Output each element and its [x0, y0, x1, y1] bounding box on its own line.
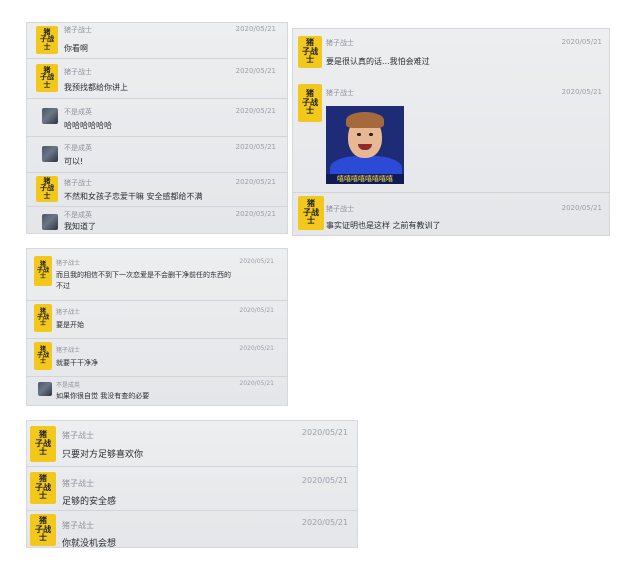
meme-hair — [346, 112, 384, 128]
avatar-icon[interactable]: 猪 子战 士 — [34, 304, 52, 332]
sender-name: 猪子战士 — [326, 39, 354, 47]
message-time: 2020/05/21 — [301, 518, 348, 527]
message-text: 要是很认真的话...我怕会难过 — [326, 57, 430, 66]
message-time: 2020/05/21 — [235, 67, 276, 75]
avatar-icon[interactable]: 猪 子战 士 — [36, 176, 58, 202]
message-text: 我知道了 — [64, 222, 96, 231]
divider — [292, 192, 610, 193]
sender-name: 猪子战士 — [64, 68, 92, 76]
avatar-icon[interactable]: 猪 子战 士 — [298, 36, 322, 68]
message-text: 不然和女孩子恋爱干嘛 安全感都给不满 — [64, 192, 203, 201]
divider — [26, 376, 288, 377]
avatar-icon[interactable] — [42, 214, 58, 230]
sender-name: 猪子战士 — [62, 479, 94, 488]
message-time: 2020/05/21 — [235, 178, 276, 186]
chat-message[interactable]: 不是成英 2020/05/21 我知道了 — [26, 206, 288, 234]
divider — [26, 136, 288, 137]
avatar-icon[interactable] — [42, 108, 58, 124]
message-text: 足够的安全感 — [62, 497, 117, 507]
chat-screenshot-3: 猪 子战 士 猪子战士 2020/05/21 而且我的相信不到下一次恋爱是不会删… — [26, 248, 288, 406]
sender-name: 不是成英 — [56, 382, 81, 389]
avatar-icon[interactable]: 猪 子战 士 — [30, 426, 56, 462]
divider — [26, 58, 288, 59]
message-time: 2020/05/21 — [561, 204, 602, 212]
chat-screenshot-1: 猪 子战 士 猪子战士 2020/05/21 你看啊 猪 子战 士 猪子战士 2… — [26, 22, 288, 234]
divider — [26, 338, 288, 339]
chat-message[interactable]: 猪 子战 士 猪子战士 2020/05/21 嘻嘻嘻嘻嘻嘻嘻嘻 — [292, 78, 610, 208]
chat-message[interactable]: 不是成英 2020/05/21 如果你很自觉 我没有查的必要 — [26, 376, 288, 406]
message-text: 只要对方足够喜欢你 — [62, 450, 144, 460]
meme-eye — [357, 133, 361, 136]
message-time: 2020/05/21 — [235, 143, 276, 151]
message-time: 2020/05/21 — [301, 428, 348, 437]
message-time: 2020/05/21 — [239, 380, 274, 387]
message-time: 2020/05/21 — [235, 25, 276, 33]
chat-message[interactable]: 猪 子战 士 猪子战士 2020/05/21 而且我的相信不到下一次恋爱是不会删… — [26, 248, 288, 294]
message-text: 可以! — [64, 157, 84, 166]
meme-image[interactable]: 嘻嘻嘻嘻嘻嘻嘻嘻 — [326, 106, 404, 184]
chat-message[interactable]: 猪 子战 士 猪子战士 2020/05/21 不然和女孩子恋爱干嘛 安全感都给不… — [26, 172, 288, 206]
message-text: 事实证明也是这样 之前有教训了 — [326, 221, 441, 230]
message-time: 2020/05/21 — [561, 88, 602, 96]
chat-message[interactable]: 猪 子战 士 猪子战士 2020/05/21 要是开始 — [26, 300, 288, 338]
message-time: 2020/05/21 — [301, 476, 348, 485]
sender-name: 猪子战士 — [62, 521, 94, 530]
message-text: 要是开始 — [56, 321, 84, 329]
divider — [26, 300, 288, 301]
message-time: 2020/05/21 — [235, 107, 276, 115]
divider — [26, 98, 288, 99]
chat-screenshot-2: 猪 子战 士 猪子战士 2020/05/21 要是很认真的话...我怕会难过 猪… — [292, 28, 610, 236]
meme-caption: 嘻嘻嘻嘻嘻嘻嘻嘻 — [326, 174, 404, 184]
message-time: 2020/05/21 — [239, 345, 274, 352]
divider — [26, 206, 288, 207]
sender-name: 猪子战士 — [326, 205, 354, 213]
message-text: 而且我的相信不到下一次恋爱是不会删干净前任的东西的 不过 — [56, 271, 231, 290]
message-text: 我预找都给你讲上 — [64, 83, 128, 92]
message-time: 2020/05/21 — [235, 210, 276, 218]
chat-message[interactable]: 不是成英 2020/05/21 哈哈哈哈哈哈 — [26, 98, 288, 136]
chat-message[interactable]: 猪 子战 士 猪子战士 2020/05/21 你就没机会想 — [26, 510, 358, 548]
divider — [26, 510, 358, 511]
meme-eye — [369, 133, 373, 136]
sender-name: 猪子战士 — [326, 89, 354, 97]
sender-name: 猪子战士 — [64, 26, 92, 34]
avatar-icon[interactable]: 猪 子战 士 — [30, 514, 56, 546]
message-text: 就要干干净净 — [56, 359, 98, 367]
chat-message[interactable]: 猪 子战 士 猪子战士 2020/05/21 要是很认真的话...我怕会难过 — [292, 28, 610, 72]
avatar-icon[interactable] — [38, 382, 52, 396]
message-time: 2020/05/21 — [239, 307, 274, 314]
message-text: 哈哈哈哈哈哈 — [64, 121, 112, 130]
sender-name: 不是成英 — [64, 211, 92, 219]
chat-message[interactable]: 猪 子战 士 猪子战士 2020/05/21 我预找都给你讲上 — [26, 58, 288, 98]
chat-message[interactable]: 猪 子战 士 猪子战士 2020/05/21 只要对方足够喜欢你 — [26, 420, 358, 466]
avatar-icon[interactable]: 猪 子战 士 — [36, 26, 58, 54]
avatar-icon[interactable] — [42, 146, 58, 162]
divider — [26, 466, 358, 467]
message-text: 你看啊 — [64, 44, 88, 53]
sender-name: 不是成英 — [64, 108, 92, 116]
chat-message[interactable]: 猪 子战 士 猪子战士 2020/05/21 就要干干净净 — [26, 338, 288, 376]
avatar-icon[interactable]: 猪 子战 士 — [36, 64, 58, 92]
message-text: 如果你很自觉 我没有查的必要 — [56, 392, 150, 400]
avatar-icon[interactable]: 猪 子战 士 — [298, 196, 324, 230]
avatar-icon[interactable]: 猪 子战 士 — [298, 84, 322, 122]
chat-message[interactable]: 不是成英 2020/05/21 可以! — [26, 136, 288, 172]
message-time: 2020/05/21 — [561, 38, 602, 46]
sender-name: 猪子战士 — [56, 260, 81, 267]
chat-message[interactable]: 猪 子战 士 猪子战士 2020/05/21 足够的安全感 — [26, 466, 358, 510]
sender-name: 猪子战士 — [56, 347, 81, 354]
chat-message[interactable]: 猪 子战 士 猪子战士 2020/05/21 事实证明也是这样 之前有教训了 — [292, 192, 610, 236]
sender-name: 猪子战士 — [62, 431, 94, 440]
sender-name: 猪子战士 — [56, 309, 81, 316]
divider — [26, 172, 288, 173]
chat-screenshot-4: 猪 子战 士 猪子战士 2020/05/21 只要对方足够喜欢你 猪 子战 士 … — [26, 420, 358, 548]
sender-name: 猪子战士 — [64, 179, 92, 187]
avatar-icon[interactable]: 猪 子战 士 — [34, 342, 52, 370]
avatar-icon[interactable]: 猪 子战 士 — [30, 472, 56, 504]
message-time: 2020/05/21 — [239, 258, 274, 265]
sender-name: 不是成英 — [64, 144, 92, 152]
avatar-icon[interactable]: 猪 子战 士 — [34, 256, 52, 286]
message-text: 你就没机会想 — [62, 539, 117, 548]
chat-message[interactable]: 猪 子战 士 猪子战士 2020/05/21 你看啊 — [26, 22, 288, 58]
